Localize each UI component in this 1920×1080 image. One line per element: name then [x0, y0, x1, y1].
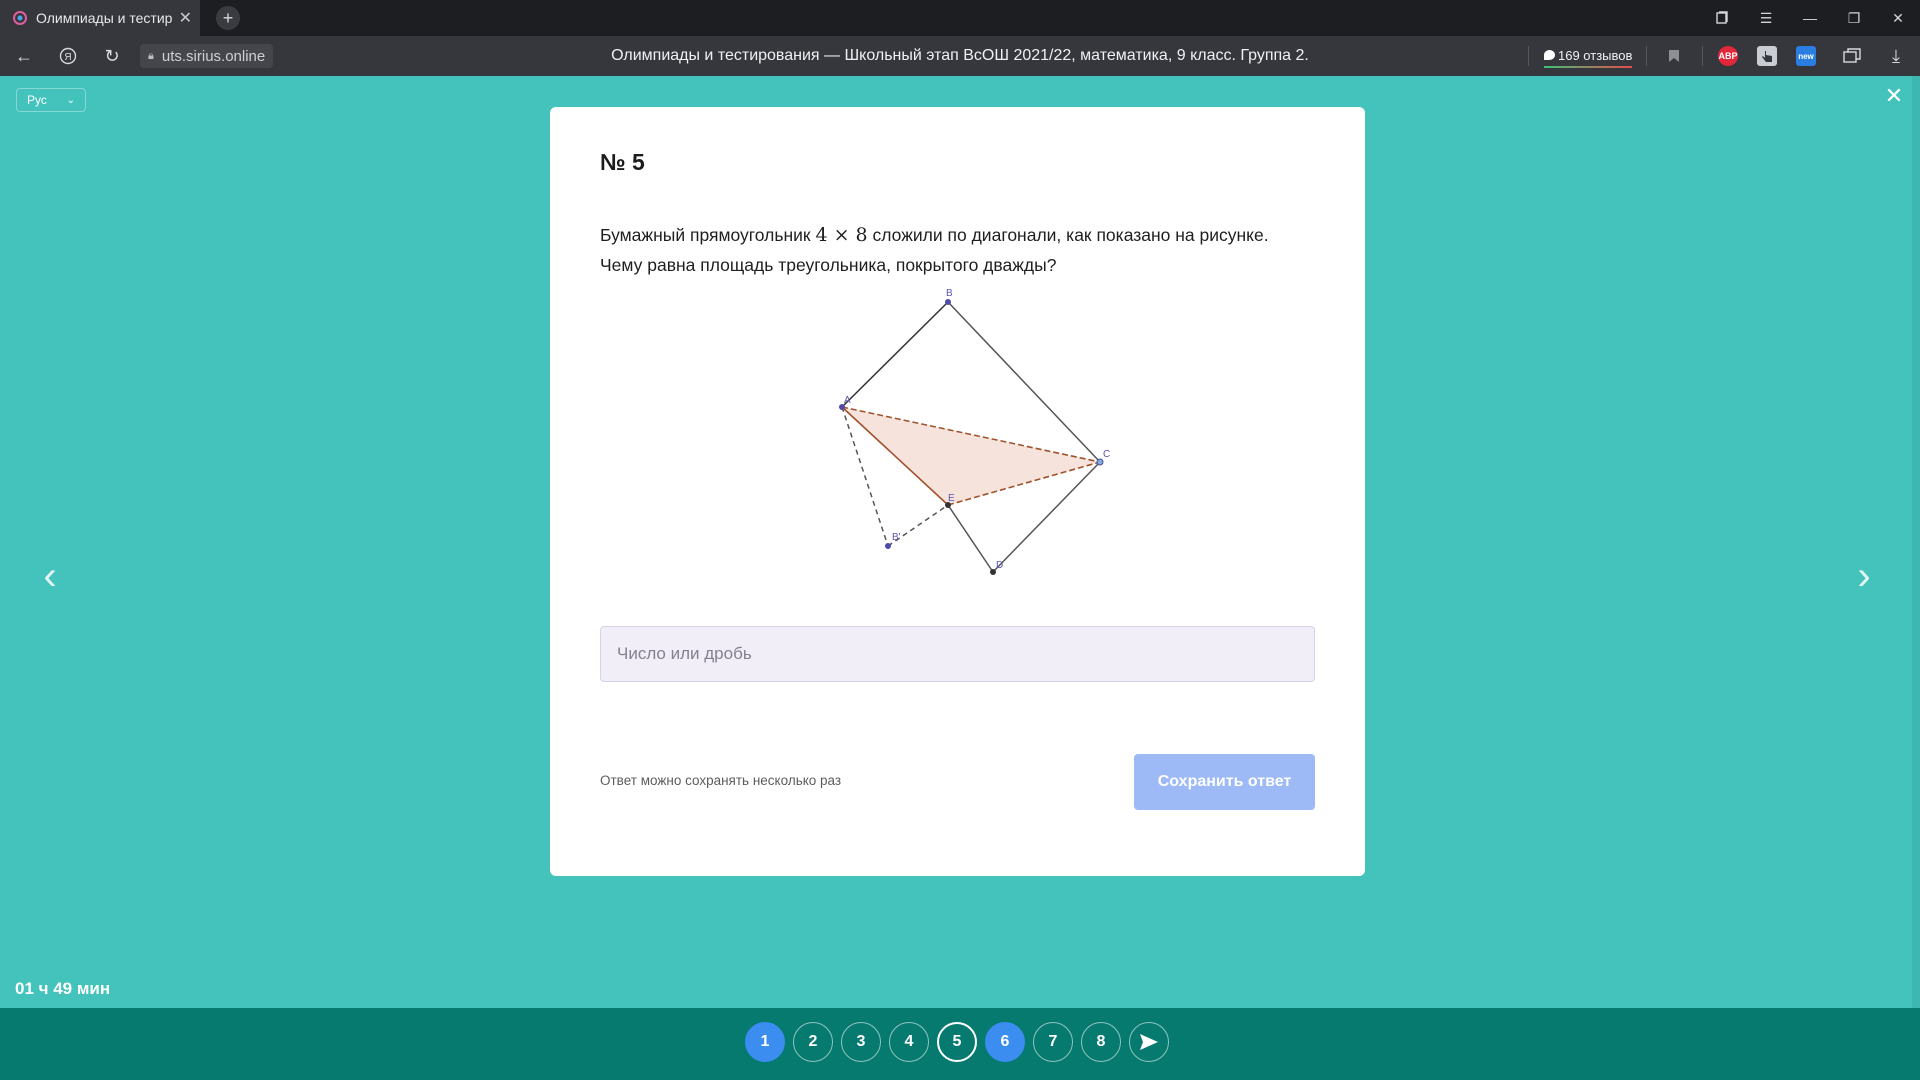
side-ed — [947, 504, 994, 573]
tab-close-icon[interactable]: ✕ — [179, 8, 192, 28]
back-arrow-icon[interactable]: ← — [6, 36, 42, 76]
label-b: B — [946, 288, 953, 299]
task-card: № 5 Бумажный прямоугольник 4 × 8 сложили… — [550, 107, 1365, 876]
side-ab — [841, 301, 949, 408]
scrollbar[interactable] — [1912, 76, 1920, 1008]
menu-icon[interactable]: ☰ — [1744, 0, 1788, 36]
point-b — [945, 299, 951, 305]
task-number: № 5 — [600, 149, 645, 175]
answer-input[interactable] — [600, 626, 1315, 682]
question-button-3[interactable]: 3 — [841, 1022, 881, 1062]
problem-text-start: Бумажный прямоугольник — [600, 225, 816, 245]
label-a: A — [844, 395, 851, 406]
send-icon — [1140, 1034, 1158, 1050]
url-text: uts.sirius.online — [161, 47, 266, 65]
question-button-5[interactable]: 5 — [937, 1022, 977, 1062]
problem-text: Бумажный прямоугольник 4 × 8 сложили по … — [600, 220, 1310, 280]
chevron-down-icon: ⌄ — [66, 94, 75, 106]
question-navigation-bar: 1 2 3 4 5 6 7 8 — [0, 1008, 1920, 1080]
lock-icon: 🔒︎ — [148, 49, 154, 62]
address-bar: ← Я ↻ 🔒︎ uts.sirius.online Олимпиады и т… — [0, 36, 1920, 76]
label-b-prime: B' — [892, 532, 901, 543]
question-button-2[interactable]: 2 — [793, 1022, 833, 1062]
question-navigation: 1 2 3 4 5 6 7 8 — [745, 1022, 1169, 1062]
next-arrow-icon[interactable]: › — [1844, 556, 1884, 596]
point-b-prime — [885, 543, 891, 549]
geometry-figure: A B C D E B' — [839, 288, 1110, 575]
label-e: E — [948, 493, 955, 504]
question-button-4[interactable]: 4 — [889, 1022, 929, 1062]
svg-text:Я: Я — [64, 52, 71, 63]
adblock-extension-icon[interactable]: ABP — [1718, 46, 1738, 66]
save-answer-button[interactable]: Сохранить ответ — [1134, 754, 1315, 810]
site-favicon-icon — [13, 11, 27, 25]
comment-bubble-icon — [1544, 50, 1555, 60]
reviews-count: 169 отзывов — [1558, 47, 1633, 63]
bookmark-icon[interactable] — [1656, 36, 1692, 76]
question-button-1[interactable]: 1 — [745, 1022, 785, 1062]
reviews-badge[interactable]: 169 отзывов — [1544, 44, 1633, 68]
question-button-8[interactable]: 8 — [1081, 1022, 1121, 1062]
window-close-icon[interactable]: ✕ — [1876, 0, 1920, 36]
label-c: C — [1103, 449, 1110, 460]
question-button-6[interactable]: 6 — [985, 1022, 1025, 1062]
new-extension-icon[interactable]: new — [1796, 46, 1816, 66]
timer: 01 ч 49 мин — [15, 979, 111, 998]
browser-tab-bar: Олимпиады и тестирования ✕ + ☰ — ❐ ✕ — [0, 0, 1920, 36]
tab-title: Олимпиады и тестирования — [36, 10, 173, 26]
question-button-7[interactable]: 7 — [1033, 1022, 1073, 1062]
bookmarks-panel-icon[interactable] — [1700, 0, 1744, 36]
language-value: Рус — [27, 93, 47, 107]
touch-extension-icon[interactable] — [1757, 46, 1777, 66]
new-tab-plus-icon[interactable]: + — [216, 6, 240, 30]
reload-icon[interactable]: ↻ — [94, 36, 130, 76]
divider — [1646, 46, 1647, 66]
download-icon[interactable]: ⤓ — [1878, 36, 1914, 76]
yandex-logo-icon[interactable]: Я — [50, 36, 86, 76]
collections-icon[interactable] — [1834, 36, 1870, 76]
language-select[interactable]: Рус ⌄ — [16, 88, 86, 112]
save-hint: Ответ можно сохранять несколько раз — [600, 773, 842, 788]
restore-icon[interactable]: ❐ — [1832, 0, 1876, 36]
minimize-icon[interactable]: — — [1788, 0, 1832, 36]
send-answers-button[interactable] — [1129, 1022, 1169, 1062]
url-field[interactable]: 🔒︎ uts.sirius.online — [140, 44, 274, 68]
previous-arrow-icon[interactable]: ‹ — [30, 556, 70, 596]
close-icon[interactable]: ✕ — [1882, 84, 1906, 108]
window-controls: ☰ — ❐ ✕ — [1700, 0, 1920, 36]
divider — [1528, 46, 1529, 66]
browser-tab[interactable]: Олимпиады и тестирования ✕ — [0, 0, 200, 36]
problem-math: 4 × 8 — [815, 224, 868, 246]
label-d: D — [996, 560, 1003, 571]
divider — [1702, 46, 1703, 66]
